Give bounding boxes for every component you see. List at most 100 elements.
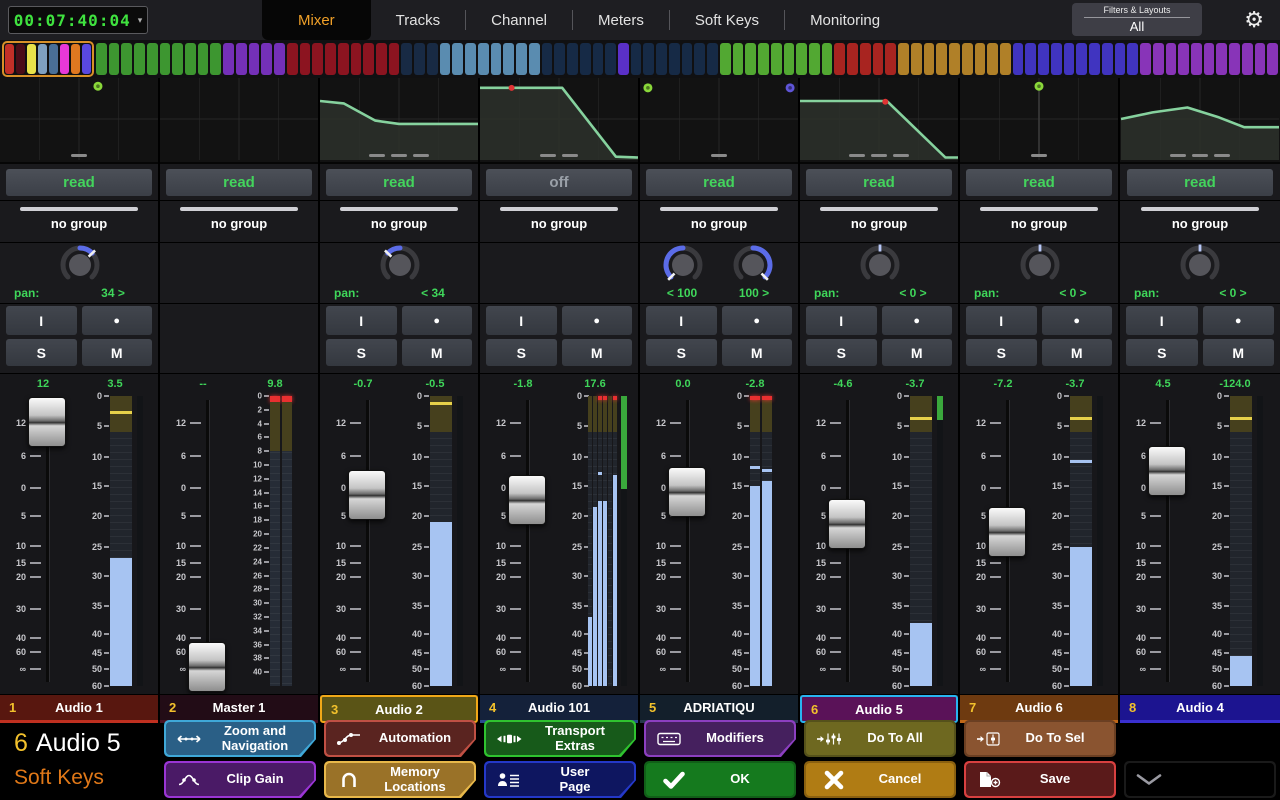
pan-knob[interactable] [857, 242, 903, 288]
pan-knob-right[interactable] [730, 242, 776, 288]
group-section[interactable]: no group [800, 201, 958, 243]
channel-name-tile[interactable]: 5ADRIATIQU [640, 695, 798, 723]
softkey-zoom-and-navigation[interactable]: Zoom andNavigation [164, 720, 316, 757]
softkey-memory-locations[interactable]: MemoryLocations [324, 761, 476, 798]
channel-name-tile[interactable]: 3Audio 2 [320, 695, 478, 723]
bank-selector[interactable] [2, 41, 94, 77]
record-arm-button[interactable]: ● [882, 306, 953, 335]
softkey-do-to-sel[interactable]: Do To Sel [964, 720, 1116, 757]
group-section[interactable]: no group [640, 201, 798, 243]
input-monitor-button[interactable]: I [326, 306, 397, 335]
tab-tracks[interactable]: Tracks [371, 0, 465, 40]
fader-handle[interactable] [988, 507, 1026, 557]
tab-channel[interactable]: Channel [466, 0, 572, 40]
fader-handle[interactable] [1148, 446, 1186, 496]
mute-button[interactable]: M [882, 339, 953, 366]
fader-track[interactable] [686, 400, 690, 682]
automation-mode-button[interactable]: read [646, 169, 792, 196]
record-arm-button[interactable]: ● [562, 306, 633, 335]
pan-knob[interactable] [1017, 242, 1063, 288]
soft-keys-label: Soft Keys [14, 766, 160, 790]
automation-mode-button[interactable]: read [6, 169, 152, 196]
fader-track[interactable] [206, 400, 210, 682]
automation-mode-button[interactable]: read [966, 169, 1112, 196]
tab-monitoring[interactable]: Monitoring [785, 0, 905, 40]
input-monitor-button[interactable]: I [486, 306, 557, 335]
input-monitor-button[interactable]: I [966, 306, 1037, 335]
fader-handle[interactable] [508, 475, 546, 525]
channel-name-tile[interactable]: 6Audio 5 [800, 695, 958, 723]
channel-name-tile[interactable]: 2Master 1 [160, 695, 318, 723]
mute-button[interactable]: M [1203, 339, 1275, 366]
automation-mode-button[interactable]: read [166, 169, 312, 196]
fader-track[interactable] [1166, 400, 1170, 682]
solo-button[interactable]: S [486, 339, 557, 366]
channel-name-tile[interactable]: 8Audio 4 [1120, 695, 1280, 723]
automation-mode-button[interactable]: read [806, 169, 952, 196]
tab-meters[interactable]: Meters [573, 0, 669, 40]
fader-track[interactable] [526, 400, 530, 682]
tab-mixer[interactable]: Mixer [262, 0, 371, 40]
fader-handle[interactable] [188, 642, 226, 692]
automation-mode-button[interactable]: read [326, 169, 472, 196]
filters-layouts-selector[interactable]: Filters & Layouts All [1072, 3, 1202, 36]
group-section[interactable]: no group [480, 201, 638, 243]
automation-mode-button[interactable]: off [486, 169, 632, 196]
channel-name-tile[interactable]: 7Audio 6 [960, 695, 1118, 723]
input-monitor-button[interactable]: I [6, 306, 77, 335]
softkey-clip-gain[interactable]: Clip Gain [164, 761, 316, 798]
group-section[interactable]: no group [160, 201, 318, 243]
group-section[interactable]: no group [320, 201, 478, 243]
mute-button[interactable]: M [722, 339, 793, 366]
input-monitor-button[interactable]: I [1126, 306, 1198, 335]
record-arm-button[interactable]: ● [82, 306, 153, 335]
softkey-automation[interactable]: Automation [324, 720, 476, 757]
mute-button[interactable]: M [562, 339, 633, 366]
fader-handle[interactable] [348, 470, 386, 520]
solo-button[interactable]: S [1126, 339, 1198, 366]
automation-mode-button[interactable]: read [1127, 169, 1273, 196]
mute-button[interactable]: M [1042, 339, 1113, 366]
channel-name: Audio 101 [480, 700, 638, 715]
channel-name-tile[interactable]: 1Audio 1 [0, 695, 158, 723]
level-meter [613, 396, 617, 686]
solo-button[interactable]: S [6, 339, 77, 366]
group-section[interactable]: no group [960, 201, 1118, 243]
pan-knob[interactable] [1177, 242, 1223, 288]
channel-name-tile[interactable]: 4Audio 101 [480, 695, 638, 723]
group-section[interactable]: no group [1120, 201, 1280, 243]
pan-knob[interactable] [377, 242, 423, 288]
fader-handle[interactable] [28, 397, 66, 447]
track-color-overview[interactable] [0, 40, 1280, 78]
softkey-do-to-all[interactable]: Do To All [804, 720, 956, 757]
record-arm-button[interactable]: ● [402, 306, 473, 335]
softkey-save[interactable]: Save [964, 761, 1116, 798]
softkey-ok[interactable]: OK [644, 761, 796, 798]
softkey-transport-extras[interactable]: TransportExtras [484, 720, 636, 757]
input-monitor-button[interactable]: I [646, 306, 717, 335]
softkey-modifiers[interactable]: Modifiers [644, 720, 796, 757]
pan-section: pan:< 0 > [800, 243, 958, 304]
solo-button[interactable]: S [966, 339, 1037, 366]
softkey-expand[interactable] [1124, 761, 1276, 798]
softkey-user-page[interactable]: UserPage [484, 761, 636, 798]
record-arm-button[interactable]: ● [722, 306, 793, 335]
pan-knob-left[interactable] [660, 242, 706, 288]
tab-soft-keys[interactable]: Soft Keys [670, 0, 784, 40]
group-section[interactable]: no group [0, 201, 158, 243]
fader-track[interactable] [366, 400, 370, 682]
solo-button[interactable]: S [646, 339, 717, 366]
timecode-display[interactable]: 00:07:40:04 ▾ [8, 6, 148, 34]
mute-button[interactable]: M [402, 339, 473, 366]
solo-button[interactable]: S [326, 339, 397, 366]
fader-handle[interactable] [668, 467, 706, 517]
softkey-cancel[interactable]: Cancel [804, 761, 956, 798]
gear-icon[interactable]: ⚙ [1244, 6, 1264, 34]
solo-button[interactable]: S [806, 339, 877, 366]
fader-handle[interactable] [828, 499, 866, 549]
input-monitor-button[interactable]: I [806, 306, 877, 335]
record-arm-button[interactable]: ● [1203, 306, 1275, 335]
record-arm-button[interactable]: ● [1042, 306, 1113, 335]
mute-button[interactable]: M [82, 339, 153, 366]
pan-knob[interactable] [57, 242, 103, 288]
